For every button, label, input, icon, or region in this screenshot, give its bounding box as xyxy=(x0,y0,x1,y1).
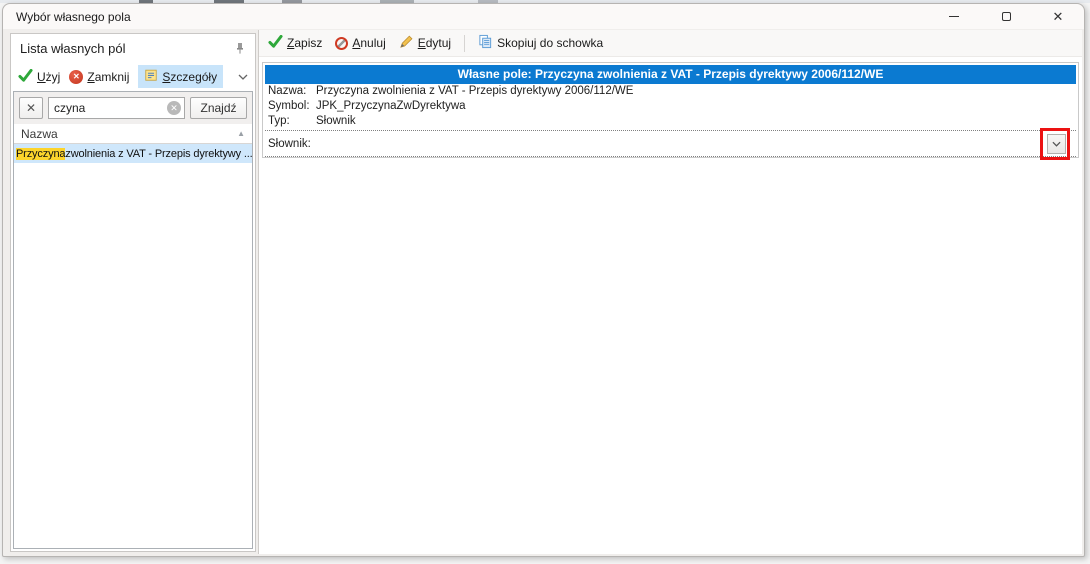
close-list-button-label: Zamknij xyxy=(87,70,129,84)
fields-list-box: ✕ ✕ Znajdź Nazwa ▲ Przyczyna zwolnienia … xyxy=(13,91,253,549)
use-button[interactable]: Użyj xyxy=(18,69,60,85)
detail-content: Własne pole: Przyczyna zwolnienia z VAT … xyxy=(259,57,1082,554)
field-label: Nazwa: xyxy=(268,85,316,98)
toolbar-separator xyxy=(464,35,465,52)
details-icon xyxy=(144,68,158,85)
field-row-typ: Typ: Słownik xyxy=(265,114,1076,129)
window-body: Lista własnych pól Użyj xyxy=(4,30,1083,555)
save-button-label: Zapisz xyxy=(287,36,322,50)
clear-text-icon[interactable]: ✕ xyxy=(167,101,181,115)
search-input[interactable] xyxy=(48,97,185,119)
list-empty-area xyxy=(14,163,252,548)
field-label: Słownik: xyxy=(268,138,311,150)
column-header-nazwa[interactable]: Nazwa ▲ xyxy=(14,124,252,144)
close-icon: ✕ xyxy=(1053,9,1064,25)
field-value: JPK_PrzyczynaZwDyrektywa xyxy=(316,100,466,113)
field-row-slownik: Słownik: xyxy=(265,130,1076,157)
close-button[interactable]: ✕ xyxy=(1032,4,1084,29)
find-button[interactable]: Znajdź xyxy=(190,97,247,119)
cancel-circle-icon: ✕ xyxy=(69,70,83,84)
field-detail-title: Własne pole: Przyczyna zwolnienia z VAT … xyxy=(265,65,1076,84)
title-bar: Wybór własnego pola ✕ xyxy=(3,4,1084,29)
dictionary-dropdown-button[interactable] xyxy=(1047,134,1066,154)
search-bar: ✕ ✕ Znajdź xyxy=(14,92,252,124)
panel-title: Lista własnych pól xyxy=(20,41,126,56)
minimize-icon xyxy=(949,16,959,17)
details-toggle-button[interactable]: Szczegóły xyxy=(138,65,223,88)
field-value: Przyczyna zwolnienia z VAT - Przepis dyr… xyxy=(316,85,633,98)
list-item-text: zwolnienia z VAT - Przepis dyrektywy ... xyxy=(65,148,252,160)
edit-button[interactable]: Edytuj xyxy=(399,34,451,52)
close-list-button[interactable]: ✕ Zamknij xyxy=(69,70,129,84)
detail-toolbar: Zapisz Anuluj Edytuj xyxy=(259,30,1082,57)
field-label: Typ: xyxy=(268,115,316,128)
list-item-selected[interactable]: Przyczyna zwolnienia z VAT - Przepis dyr… xyxy=(14,144,252,163)
cancel-button-label: Anuluj xyxy=(352,36,385,50)
detail-panel: Zapisz Anuluj Edytuj xyxy=(258,30,1082,554)
toolbar-overflow-chevron-icon[interactable] xyxy=(238,74,248,80)
clear-search-button[interactable]: ✕ xyxy=(19,97,43,119)
pencil-icon xyxy=(399,34,414,52)
copy-to-clipboard-button[interactable]: Skopiuj do schowka xyxy=(478,34,603,52)
dictionary-dropdown-wrap xyxy=(1047,134,1066,154)
details-button-label: Szczegóły xyxy=(162,70,217,84)
dialog-window: Wybór własnego pola ✕ Lista własnych pól xyxy=(2,3,1085,557)
field-value: Słownik xyxy=(316,115,356,128)
maximize-button[interactable] xyxy=(980,4,1032,29)
copy-button-label: Skopiuj do schowka xyxy=(497,36,603,50)
search-field-wrap: ✕ xyxy=(48,97,185,119)
cancel-button[interactable]: Anuluj xyxy=(335,36,385,50)
window-controls: ✕ xyxy=(928,4,1084,29)
minimize-button[interactable] xyxy=(928,4,980,29)
pin-icon[interactable] xyxy=(234,42,246,55)
field-row-symbol: Symbol: JPK_PrzyczynaZwDyrektywa xyxy=(265,99,1076,114)
panel-header: Lista własnych pól xyxy=(11,34,255,63)
custom-fields-panel: Lista własnych pól Użyj xyxy=(10,33,256,552)
column-header-label: Nazwa xyxy=(21,127,58,141)
clear-search-x-icon: ✕ xyxy=(26,101,36,115)
field-label: Symbol: xyxy=(268,100,316,113)
use-button-label: Użyj xyxy=(37,70,60,84)
edit-button-label: Edytuj xyxy=(418,36,451,50)
left-toolbar: Użyj ✕ Zamknij Szczegóły xyxy=(11,63,255,90)
save-button[interactable]: Zapisz xyxy=(268,35,322,51)
search-match-highlight: Przyczyna xyxy=(16,148,65,160)
field-row-nazwa: Nazwa: Przyczyna zwolnienia z VAT - Prze… xyxy=(265,84,1076,99)
copy-icon xyxy=(478,34,493,52)
check-icon xyxy=(18,69,33,85)
sort-ascending-icon: ▲ xyxy=(237,129,245,138)
window-title: Wybór własnego pola xyxy=(16,10,131,24)
check-icon xyxy=(268,35,283,51)
maximize-icon xyxy=(1002,12,1011,21)
no-entry-icon xyxy=(335,37,348,50)
field-detail-box: Własne pole: Przyczyna zwolnienia z VAT … xyxy=(262,62,1079,158)
